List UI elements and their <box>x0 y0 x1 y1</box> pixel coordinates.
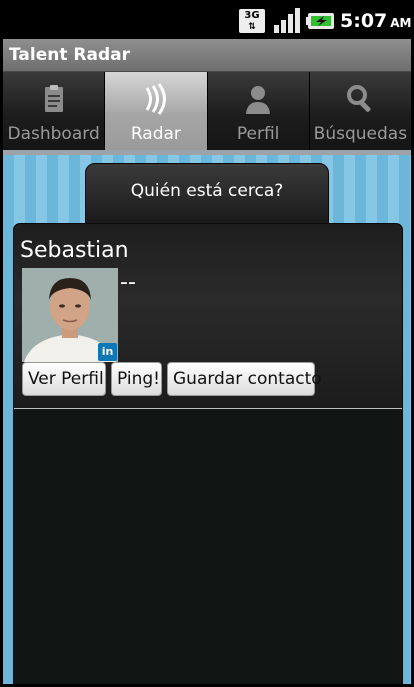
data-activity-arrows: ⇅ <box>248 22 256 32</box>
tab-perfil-label: Perfil <box>236 124 280 144</box>
app-title: Talent Radar <box>9 45 130 65</box>
network-type-label: 3G <box>244 10 260 21</box>
clipboard-icon <box>44 85 63 112</box>
person-headline: -- <box>120 270 136 295</box>
clock-time: 5:07 <box>340 10 388 32</box>
nearby-list-panel[interactable]: Sebastian in -- Ver Perfil Ping! Guardar <box>13 223 403 684</box>
ping-button[interactable]: Ping! <box>111 362 162 396</box>
battery-charging-icon <box>306 13 334 29</box>
nearby-header: Quién está cerca? <box>85 163 329 225</box>
person-name: Sebastian <box>20 238 129 263</box>
tab-perfil[interactable]: Perfil <box>207 72 310 150</box>
tab-busquedas[interactable]: Búsquedas <box>309 72 411 150</box>
tab-dashboard-label: Dashboard <box>7 124 100 144</box>
list-item[interactable]: Sebastian in -- Ver Perfil Ping! Guardar <box>14 224 402 409</box>
network-3g-icon: 3G ⇅ <box>239 9 265 33</box>
tab-bar: Dashboard Radar Perfil Búsquedas <box>3 72 411 150</box>
phone-screen: 3G ⇅ 5:07 AM Talent Radar Dashboard Rada… <box>0 0 414 687</box>
clock-ampm: AM <box>390 16 412 30</box>
magnifier-icon <box>347 85 371 112</box>
radar-content: Quién está cerca? Sebastian in -- Ver Pe… <box>3 155 411 684</box>
linkedin-icon: in <box>98 343 117 361</box>
tab-radar[interactable]: Radar <box>105 72 208 150</box>
tab-radar-label: Radar <box>130 124 181 144</box>
save-contact-button[interactable]: Guardar contacto <box>167 362 322 396</box>
tab-busquedas-label: Búsquedas <box>313 124 408 144</box>
radar-waves-icon <box>145 83 166 115</box>
clock: 5:07 AM <box>340 9 412 33</box>
signal-bars-icon <box>274 8 300 33</box>
status-bar: 3G ⇅ 5:07 AM <box>3 3 411 39</box>
nearby-header-label: Quién está cerca? <box>130 181 284 201</box>
view-profile-button[interactable]: Ver Perfil <box>22 362 106 396</box>
tab-dashboard[interactable]: Dashboard <box>3 72 106 150</box>
app-title-bar: Talent Radar <box>3 39 411 72</box>
person-icon <box>246 86 271 114</box>
